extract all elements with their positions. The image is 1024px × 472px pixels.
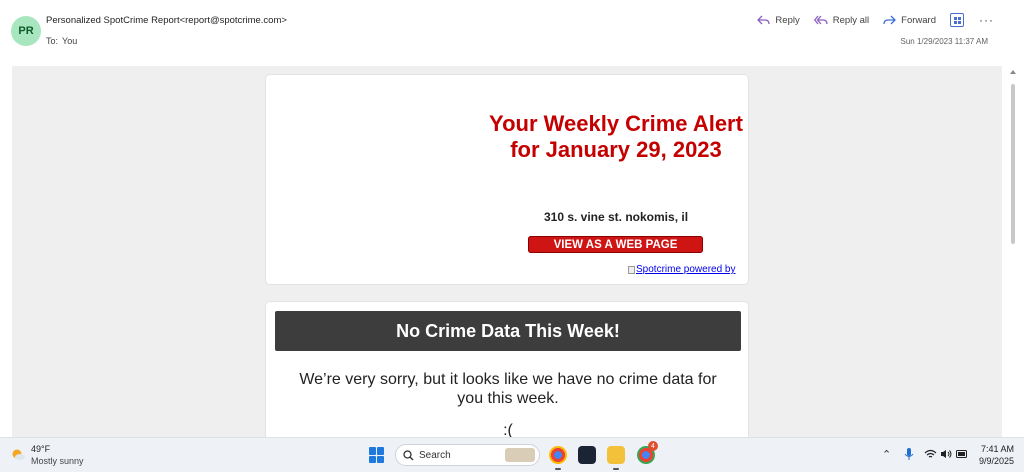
chrome-profile-app-icon[interactable]: 4 [637, 441, 658, 464]
alert-address: 310 s. vine st. nokomis, il [543, 210, 689, 224]
broken-image-icon [628, 265, 635, 274]
scrollbar-thumb[interactable] [1011, 84, 1015, 244]
system-clock[interactable]: 7:41 AM 9/9/2025 [968, 443, 1014, 467]
more-options-button[interactable]: ··· [979, 13, 994, 27]
taskbar: 49°F Mostly sunny Search 4 ⌃ 7:41 AM 9/9… [0, 437, 1024, 472]
email-body: Your Weekly Crime Alert for January 29, … [12, 66, 1002, 437]
apps-grid-icon[interactable] [950, 13, 964, 27]
message-date: Sun 1/29/2023 11:37 AM [900, 37, 988, 46]
chevron-up-icon[interactable]: ⌃ [882, 448, 891, 461]
file-explorer-icon[interactable] [607, 446, 625, 464]
battery-icon[interactable] [956, 450, 968, 458]
sorry-message: We’re very sorry, but it looks like we h… [299, 371, 717, 407]
search-icon [403, 450, 414, 461]
no-data-card: No Crime Data This Week! We’re very sorr… [266, 302, 748, 437]
view-web-page-button[interactable]: VIEW AS A WEB PAGE [528, 236, 703, 253]
volume-icon[interactable] [940, 449, 953, 459]
windows-start-icon[interactable] [369, 447, 385, 463]
recipient-name[interactable]: You [62, 36, 77, 46]
alert-header-card: Your Weekly Crime Alert for January 29, … [266, 75, 748, 284]
powered-by-text: Spotcrime powered by [636, 264, 736, 275]
clock-time: 7:41 AM [980, 444, 1014, 454]
notification-badge: 4 [648, 441, 658, 451]
chrome-app-icon[interactable] [549, 446, 567, 464]
forward-icon [883, 15, 897, 25]
forward-label: Forward [901, 14, 936, 26]
recipient-line: To: You [46, 36, 81, 46]
reply-icon [757, 15, 771, 25]
spotcrime-powered-link[interactable]: Spotcrime powered by [628, 264, 736, 275]
davinci-app-icon[interactable] [578, 446, 596, 464]
wifi-icon[interactable] [924, 449, 937, 459]
sender-name[interactable]: Personalized SpotCrime Report<report@spo… [46, 15, 287, 26]
email-header: PR Personalized SpotCrime Report<report@… [0, 0, 1024, 66]
alert-title: Your Weekly Crime Alert for January 29, … [489, 111, 743, 162]
weather-sun-icon[interactable] [10, 446, 26, 462]
forward-button[interactable]: Forward [883, 15, 936, 26]
scroll-up-arrow-icon[interactable] [1010, 70, 1016, 74]
reply-button[interactable]: Reply [757, 14, 800, 26]
reply-all-button[interactable]: Reply all [813, 14, 870, 26]
taskbar-search-box[interactable]: Search [395, 444, 540, 466]
weather-condition[interactable]: Mostly sunny [31, 456, 84, 466]
reply-label: Reply [775, 14, 800, 26]
to-label: To: [46, 36, 59, 46]
reply-all-icon [813, 15, 828, 25]
explorer-active-indicator [613, 468, 619, 470]
sender-avatar[interactable]: PR [11, 16, 41, 46]
microphone-icon[interactable] [904, 447, 914, 461]
weather-temperature[interactable]: 49°F [31, 444, 50, 454]
search-label: Search [419, 450, 451, 461]
search-highlight-image [505, 448, 535, 462]
clock-date: 9/9/2025 [978, 456, 1014, 466]
chrome-active-indicator [555, 468, 561, 470]
frown-emoticon: :( [503, 422, 513, 437]
message-actions: Reply Reply all Forward [743, 13, 964, 27]
no-data-banner: No Crime Data This Week! [275, 311, 741, 351]
reply-all-label: Reply all [832, 14, 870, 26]
